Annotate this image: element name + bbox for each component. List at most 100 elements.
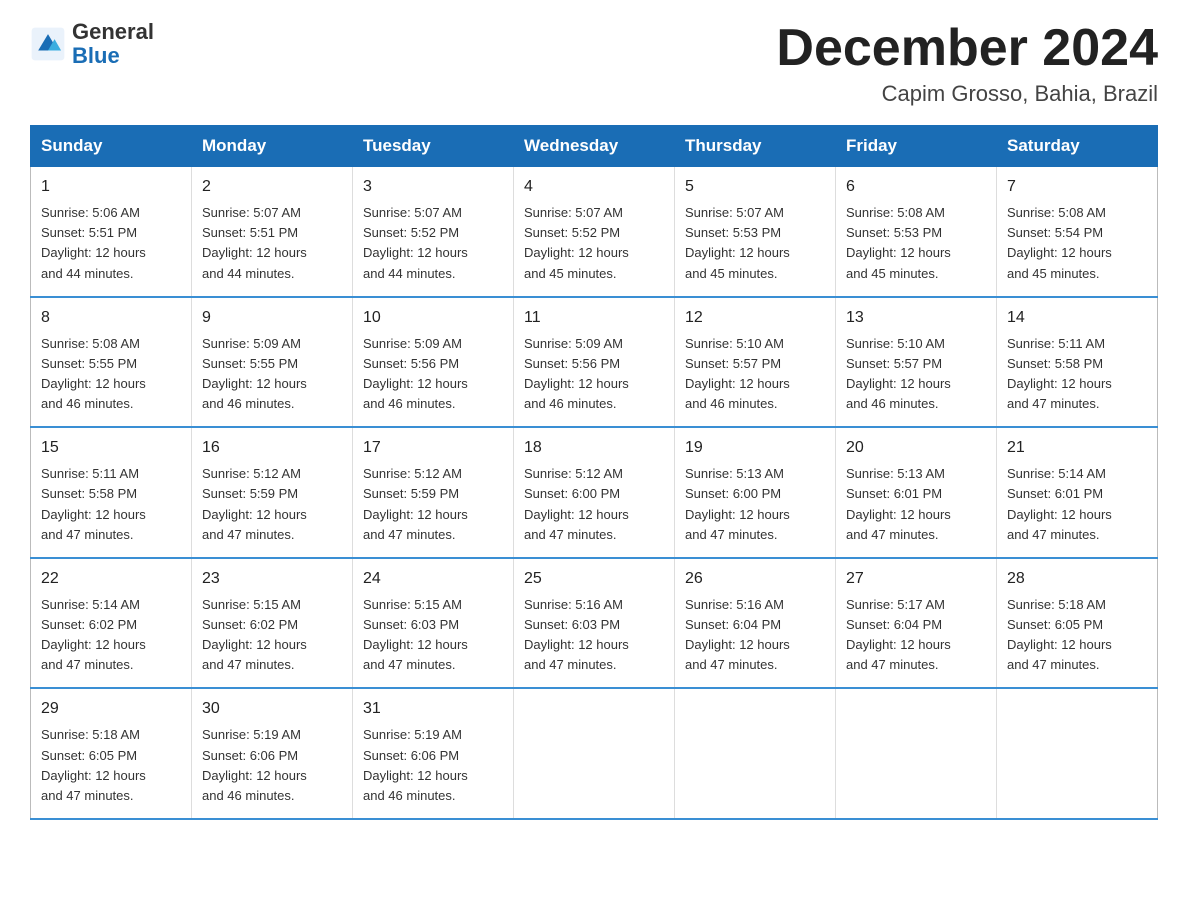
day-number: 27 — [846, 567, 986, 591]
day-number: 20 — [846, 436, 986, 460]
calendar-day-cell: 21 Sunrise: 5:14 AM Sunset: 6:01 PM Dayl… — [997, 427, 1158, 558]
day-info: Sunrise: 5:14 AM Sunset: 6:02 PM Dayligh… — [41, 595, 181, 676]
calendar-week-row: 22 Sunrise: 5:14 AM Sunset: 6:02 PM Dayl… — [31, 558, 1158, 689]
day-info: Sunrise: 5:18 AM Sunset: 6:05 PM Dayligh… — [41, 725, 181, 806]
day-number: 5 — [685, 175, 825, 199]
calendar-day-cell: 23 Sunrise: 5:15 AM Sunset: 6:02 PM Dayl… — [192, 558, 353, 689]
calendar-day-cell: 4 Sunrise: 5:07 AM Sunset: 5:52 PM Dayli… — [514, 167, 675, 297]
day-number: 9 — [202, 306, 342, 330]
day-info: Sunrise: 5:08 AM Sunset: 5:55 PM Dayligh… — [41, 334, 181, 415]
calendar-day-cell: 11 Sunrise: 5:09 AM Sunset: 5:56 PM Dayl… — [514, 297, 675, 428]
calendar-day-cell: 31 Sunrise: 5:19 AM Sunset: 6:06 PM Dayl… — [353, 688, 514, 819]
day-number: 7 — [1007, 175, 1147, 199]
day-number: 25 — [524, 567, 664, 591]
day-number: 21 — [1007, 436, 1147, 460]
day-info: Sunrise: 5:15 AM Sunset: 6:02 PM Dayligh… — [202, 595, 342, 676]
calendar-day-cell: 9 Sunrise: 5:09 AM Sunset: 5:55 PM Dayli… — [192, 297, 353, 428]
day-number: 1 — [41, 175, 181, 199]
day-info: Sunrise: 5:19 AM Sunset: 6:06 PM Dayligh… — [363, 725, 503, 806]
day-number: 2 — [202, 175, 342, 199]
day-info: Sunrise: 5:12 AM Sunset: 5:59 PM Dayligh… — [202, 464, 342, 545]
day-info: Sunrise: 5:17 AM Sunset: 6:04 PM Dayligh… — [846, 595, 986, 676]
title-area: December 2024 Capim Grosso, Bahia, Brazi… — [776, 20, 1158, 107]
header-wednesday: Wednesday — [514, 126, 675, 167]
day-number: 11 — [524, 306, 664, 330]
calendar-day-cell: 20 Sunrise: 5:13 AM Sunset: 6:01 PM Dayl… — [836, 427, 997, 558]
day-info: Sunrise: 5:13 AM Sunset: 6:00 PM Dayligh… — [685, 464, 825, 545]
day-info: Sunrise: 5:12 AM Sunset: 5:59 PM Dayligh… — [363, 464, 503, 545]
day-info: Sunrise: 5:13 AM Sunset: 6:01 PM Dayligh… — [846, 464, 986, 545]
day-info: Sunrise: 5:09 AM Sunset: 5:55 PM Dayligh… — [202, 334, 342, 415]
day-number: 29 — [41, 697, 181, 721]
day-info: Sunrise: 5:09 AM Sunset: 5:56 PM Dayligh… — [524, 334, 664, 415]
calendar-day-cell: 8 Sunrise: 5:08 AM Sunset: 5:55 PM Dayli… — [31, 297, 192, 428]
calendar-day-cell: 29 Sunrise: 5:18 AM Sunset: 6:05 PM Dayl… — [31, 688, 192, 819]
day-number: 15 — [41, 436, 181, 460]
calendar-day-cell: 27 Sunrise: 5:17 AM Sunset: 6:04 PM Dayl… — [836, 558, 997, 689]
day-info: Sunrise: 5:15 AM Sunset: 6:03 PM Dayligh… — [363, 595, 503, 676]
day-number: 23 — [202, 567, 342, 591]
calendar-day-cell: 1 Sunrise: 5:06 AM Sunset: 5:51 PM Dayli… — [31, 167, 192, 297]
weekday-header-row: Sunday Monday Tuesday Wednesday Thursday… — [31, 126, 1158, 167]
calendar-week-row: 8 Sunrise: 5:08 AM Sunset: 5:55 PM Dayli… — [31, 297, 1158, 428]
calendar-day-cell: 12 Sunrise: 5:10 AM Sunset: 5:57 PM Dayl… — [675, 297, 836, 428]
day-info: Sunrise: 5:09 AM Sunset: 5:56 PM Dayligh… — [363, 334, 503, 415]
calendar-day-cell: 17 Sunrise: 5:12 AM Sunset: 5:59 PM Dayl… — [353, 427, 514, 558]
day-info: Sunrise: 5:12 AM Sunset: 6:00 PM Dayligh… — [524, 464, 664, 545]
header-thursday: Thursday — [675, 126, 836, 167]
calendar-day-cell: 6 Sunrise: 5:08 AM Sunset: 5:53 PM Dayli… — [836, 167, 997, 297]
header-saturday: Saturday — [997, 126, 1158, 167]
calendar-day-cell: 28 Sunrise: 5:18 AM Sunset: 6:05 PM Dayl… — [997, 558, 1158, 689]
day-info: Sunrise: 5:16 AM Sunset: 6:03 PM Dayligh… — [524, 595, 664, 676]
logo-blue: Blue — [72, 44, 154, 68]
calendar-day-cell: 18 Sunrise: 5:12 AM Sunset: 6:00 PM Dayl… — [514, 427, 675, 558]
day-number: 8 — [41, 306, 181, 330]
calendar-day-cell: 15 Sunrise: 5:11 AM Sunset: 5:58 PM Dayl… — [31, 427, 192, 558]
logo-area: General Blue — [30, 20, 154, 68]
calendar-day-cell: 2 Sunrise: 5:07 AM Sunset: 5:51 PM Dayli… — [192, 167, 353, 297]
day-info: Sunrise: 5:11 AM Sunset: 5:58 PM Dayligh… — [1007, 334, 1147, 415]
calendar-week-row: 15 Sunrise: 5:11 AM Sunset: 5:58 PM Dayl… — [31, 427, 1158, 558]
calendar-day-cell: 30 Sunrise: 5:19 AM Sunset: 6:06 PM Dayl… — [192, 688, 353, 819]
day-number: 26 — [685, 567, 825, 591]
calendar-day-cell: 19 Sunrise: 5:13 AM Sunset: 6:00 PM Dayl… — [675, 427, 836, 558]
day-number: 10 — [363, 306, 503, 330]
day-number: 17 — [363, 436, 503, 460]
day-number: 6 — [846, 175, 986, 199]
day-number: 31 — [363, 697, 503, 721]
calendar-day-cell: 26 Sunrise: 5:16 AM Sunset: 6:04 PM Dayl… — [675, 558, 836, 689]
calendar-day-cell: 24 Sunrise: 5:15 AM Sunset: 6:03 PM Dayl… — [353, 558, 514, 689]
day-number: 13 — [846, 306, 986, 330]
calendar-day-cell: 3 Sunrise: 5:07 AM Sunset: 5:52 PM Dayli… — [353, 167, 514, 297]
day-info: Sunrise: 5:19 AM Sunset: 6:06 PM Dayligh… — [202, 725, 342, 806]
calendar-day-cell: 14 Sunrise: 5:11 AM Sunset: 5:58 PM Dayl… — [997, 297, 1158, 428]
day-number: 28 — [1007, 567, 1147, 591]
calendar-day-cell: 10 Sunrise: 5:09 AM Sunset: 5:56 PM Dayl… — [353, 297, 514, 428]
calendar-day-cell — [836, 688, 997, 819]
header-monday: Monday — [192, 126, 353, 167]
day-info: Sunrise: 5:07 AM Sunset: 5:53 PM Dayligh… — [685, 203, 825, 284]
day-info: Sunrise: 5:08 AM Sunset: 5:53 PM Dayligh… — [846, 203, 986, 284]
day-info: Sunrise: 5:07 AM Sunset: 5:52 PM Dayligh… — [524, 203, 664, 284]
day-number: 30 — [202, 697, 342, 721]
day-info: Sunrise: 5:08 AM Sunset: 5:54 PM Dayligh… — [1007, 203, 1147, 284]
calendar-day-cell — [514, 688, 675, 819]
header-friday: Friday — [836, 126, 997, 167]
day-info: Sunrise: 5:07 AM Sunset: 5:52 PM Dayligh… — [363, 203, 503, 284]
day-number: 14 — [1007, 306, 1147, 330]
calendar-day-cell: 22 Sunrise: 5:14 AM Sunset: 6:02 PM Dayl… — [31, 558, 192, 689]
day-number: 18 — [524, 436, 664, 460]
day-info: Sunrise: 5:18 AM Sunset: 6:05 PM Dayligh… — [1007, 595, 1147, 676]
calendar-day-cell — [675, 688, 836, 819]
calendar-day-cell — [997, 688, 1158, 819]
day-number: 4 — [524, 175, 664, 199]
day-number: 3 — [363, 175, 503, 199]
day-info: Sunrise: 5:10 AM Sunset: 5:57 PM Dayligh… — [846, 334, 986, 415]
location-title: Capim Grosso, Bahia, Brazil — [776, 81, 1158, 107]
day-info: Sunrise: 5:11 AM Sunset: 5:58 PM Dayligh… — [41, 464, 181, 545]
day-info: Sunrise: 5:16 AM Sunset: 6:04 PM Dayligh… — [685, 595, 825, 676]
month-title: December 2024 — [776, 20, 1158, 77]
day-number: 24 — [363, 567, 503, 591]
logo-text: General Blue — [72, 20, 154, 68]
header-tuesday: Tuesday — [353, 126, 514, 167]
